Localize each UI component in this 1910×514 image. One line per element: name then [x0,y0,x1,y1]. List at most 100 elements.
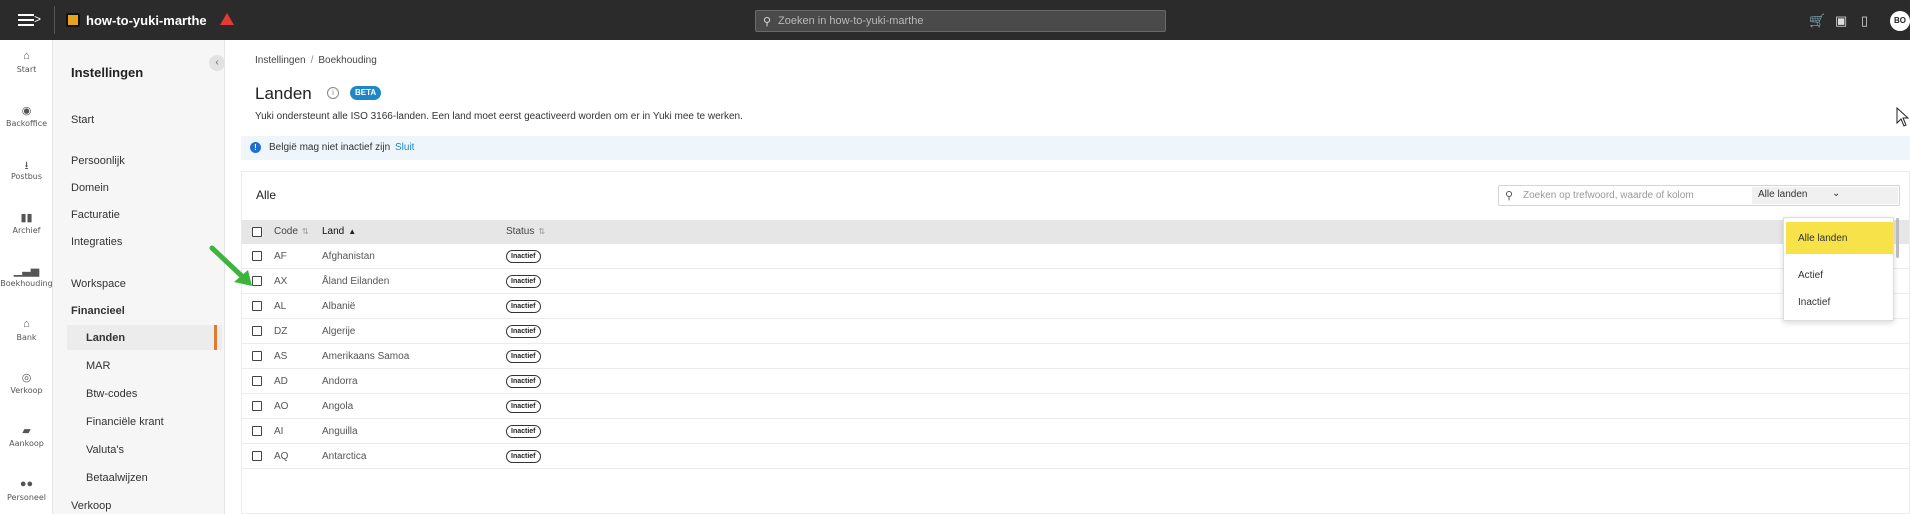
settings-sidebar: ‹ Instellingen Start Persoonlijk Domein … [53,40,225,514]
cell-code: AD [274,376,288,387]
divider [54,6,55,34]
row-checkbox[interactable] [252,326,262,336]
table-row[interactable]: AD Andorra Inactief [242,369,1909,394]
bar-chart-icon: ▁▃▅ [13,265,40,277]
row-checkbox[interactable] [252,351,262,361]
app-title[interactable]: how-to-yuki-marthe [86,13,207,28]
sort-ascending-icon: ▲ [348,227,357,236]
column-header-status[interactable]: Status ⇅ [506,226,545,237]
rail-item-bank[interactable]: ⌂ Bank [0,318,53,342]
row-checkbox[interactable] [252,426,262,436]
table-row[interactable]: AX Åland Eilanden Inactief [242,269,1909,294]
filter-option-inactief[interactable]: Inactief [1798,297,1830,308]
sidebar-item-landen[interactable]: Landen [86,332,125,344]
breadcrumb-item[interactable]: Instellingen [255,55,306,66]
status-badge: Inactief [506,275,541,288]
sidebar-item-betaalwijzen[interactable]: Betaalwijzen [86,472,148,484]
rail-item-start[interactable]: ⌂ Start [0,50,53,74]
cell-land: Antarctica [322,451,367,462]
inbox-icon: ⭳ [24,160,29,172]
bookmark-icon[interactable]: ▯ [1861,13,1868,29]
sidebar-item-btw-codes[interactable]: Btw-codes [86,388,137,400]
status-badge: Inactief [506,375,541,388]
status-badge: Inactief [506,325,541,338]
status-badge: Inactief [506,400,541,413]
table-row[interactable]: AI Anguilla Inactief [242,419,1909,444]
rail-item-personeel[interactable]: ●● Personeel [0,478,53,502]
active-item-indicator [214,325,217,350]
menu-icon [18,14,34,16]
avatar[interactable]: BO [1890,11,1910,31]
menu-toggle-button[interactable]: > [14,10,44,30]
cell-land: Åland Eilanden [322,276,390,287]
rail-item-verkoop[interactable]: ◎ Verkoop [0,371,53,395]
filter-option-alle-landen[interactable]: Alle landen [1798,233,1847,244]
table-search: ⚲ Alle landen ⌄ [1498,185,1900,206]
menu-expand-glyph: > [34,12,42,26]
countries-table-card: Alle ⚲ Alle landen ⌄ Code⇅ Land▲ Status⇅… [241,171,1910,514]
table-row[interactable]: AS Amerikaans Samoa Inactief [242,344,1909,369]
cell-land: Amerikaans Samoa [322,351,410,362]
menu-scrollbar[interactable] [1896,218,1899,258]
filter-selected-value: Alle landen [1758,189,1808,200]
cell-land: Afghanistan [322,251,375,262]
gift-icon[interactable]: ▣ [1835,13,1847,29]
cell-code: AL [274,301,287,312]
cart-icon[interactable]: 🛒 [1809,13,1825,29]
home-icon: ⌂ [23,50,30,62]
table-row[interactable]: DZ Algerije Inactief [242,319,1909,344]
rail-item-backoffice[interactable]: ◉ Backoffice [0,104,53,128]
sidebar-item-verkoop[interactable]: Verkoop [71,500,111,512]
row-checkbox[interactable] [252,401,262,411]
filter-option-actief[interactable]: Actief [1798,270,1823,281]
warning-icon[interactable] [220,13,234,25]
sidebar-item-domein[interactable]: Domein [71,182,109,194]
global-search-input[interactable] [778,13,1158,29]
table-row[interactable]: AQ Antarctica Inactief [242,444,1909,469]
rail-item-aankoop[interactable]: ▰ Aankoop [0,424,53,448]
breadcrumb: Instellingen / Boekhouding [255,55,377,66]
people-icon: ●● [19,478,34,490]
rail-item-boekhouding[interactable]: ▁▃▅ Boekhouding [0,264,53,288]
sidebar-item-valutas[interactable]: Valuta's [86,444,124,456]
column-header-code[interactable]: Code ⇅ [274,226,309,237]
close-alert-link[interactable]: Sluit [395,142,414,153]
sidebar-item-workspace[interactable]: Workspace [71,278,126,290]
truck-icon: ▰ [22,425,31,437]
rail-item-postbus[interactable]: ⭳ Postbus [0,157,53,181]
cell-land: Algerije [322,326,356,337]
backoffice-icon: ◉ [21,105,32,117]
cell-land: Andorra [322,376,358,387]
row-checkbox[interactable] [252,376,262,386]
sidebar-title: Instellingen [71,65,144,80]
row-checkbox[interactable] [252,301,262,311]
info-icon[interactable]: i [327,87,339,99]
global-search[interactable]: ⚲ [755,10,1166,32]
select-all-checkbox[interactable] [252,227,262,237]
search-icon: ⚲ [763,16,772,28]
status-badge: Inactief [506,350,541,363]
sidebar-item-financiele-krant[interactable]: Financiële krant [86,416,164,428]
rail-item-archief[interactable]: ▮▮ Archief [0,211,53,235]
sidebar-item-integraties[interactable]: Integraties [71,236,122,248]
table-row[interactable]: AL Albanië Inactief [242,294,1909,319]
country-filter-menu: Alle landen Actief Inactief [1783,217,1894,321]
sales-icon: ◎ [21,372,32,384]
row-checkbox[interactable] [252,451,262,461]
table-row[interactable]: AO Angola Inactief [242,394,1909,419]
breadcrumb-item[interactable]: Boekhouding [318,55,376,66]
sidebar-item-financieel[interactable]: Financieel [71,305,125,317]
table-row[interactable]: AF Afghanistan Inactief [242,244,1909,269]
column-header-land[interactable]: Land ▲ [322,226,356,237]
main-content: Instellingen / Boekhouding Landen i BETA Y… [225,40,1910,514]
sidebar-item-mar[interactable]: MAR [86,360,110,372]
cell-code: AS [274,351,288,362]
cell-code: AX [274,276,288,287]
chevron-down-icon: ⌄ [1832,188,1841,199]
sidebar-item-start[interactable]: Start [71,114,94,126]
table-search-input[interactable] [1523,188,1749,203]
country-filter-dropdown[interactable]: Alle landen ⌄ [1752,187,1898,204]
sidebar-item-facturatie[interactable]: Facturatie [71,209,120,221]
sidebar-item-persoonlijk[interactable]: Persoonlijk [71,155,125,167]
collapse-sidebar-button[interactable]: ‹ [209,55,225,71]
